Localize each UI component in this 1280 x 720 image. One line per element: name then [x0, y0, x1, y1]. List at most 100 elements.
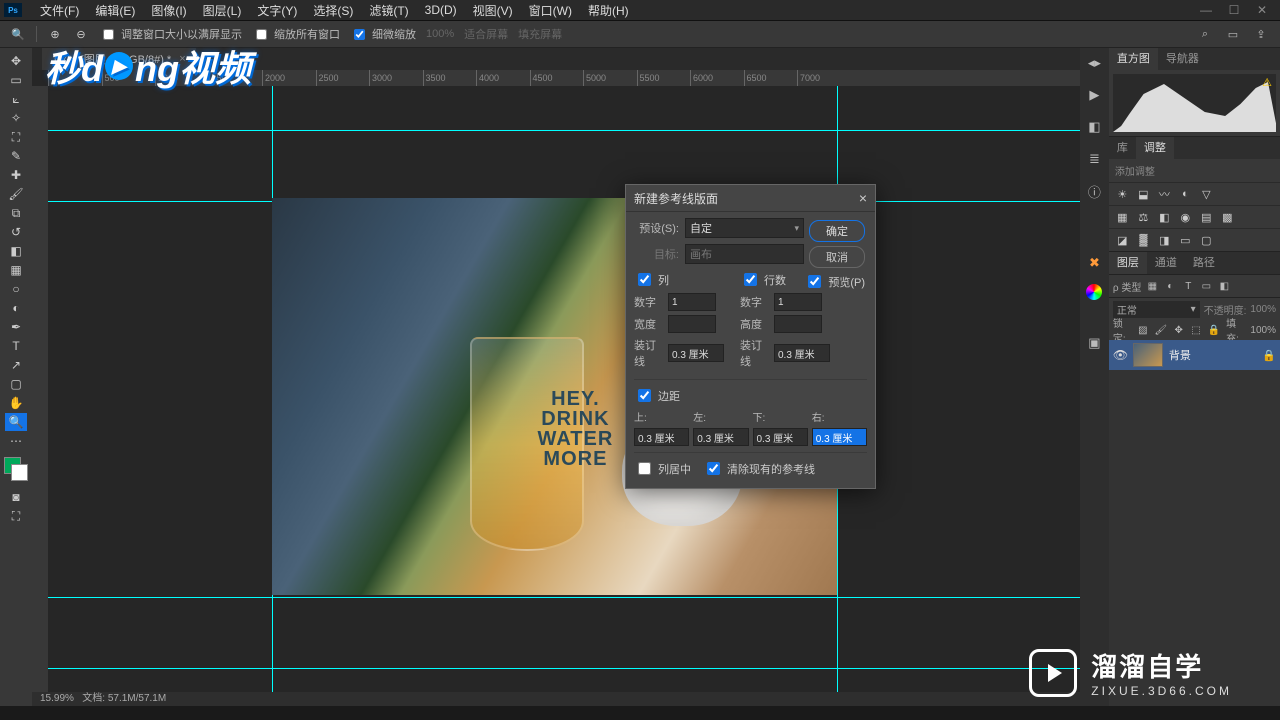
lock-paint-icon[interactable]: 🖌 [1154, 323, 1167, 337]
row-gutter-input[interactable] [774, 344, 830, 362]
filter-adj-icon[interactable]: ◐ [1163, 279, 1177, 293]
guide-bottom[interactable] [48, 668, 1080, 669]
mixer-icon[interactable]: ▤ [1199, 210, 1214, 225]
menu-view[interactable]: 视图(V) [465, 2, 521, 19]
filter-type-icon[interactable]: T [1181, 279, 1195, 293]
brush-tool[interactable]: 🖌 [5, 185, 27, 203]
info-icon[interactable]: ⓘ [1083, 180, 1105, 202]
dodge-tool[interactable]: ◐ [5, 299, 27, 317]
tab-navigator[interactable]: 导航器 [1158, 48, 1207, 70]
clear-guides-checkbox[interactable]: 清除现有的参考线 [703, 459, 815, 478]
gradient-tool[interactable]: ▦ [5, 261, 27, 279]
menu-filter[interactable]: 滤镜(T) [361, 2, 416, 19]
selective-icon[interactable]: ▢ [1199, 233, 1214, 248]
menu-image[interactable]: 图像(I) [143, 2, 194, 19]
menu-3d[interactable]: 3D(D) [417, 3, 465, 17]
tab-adjustments[interactable]: 调整 [1136, 137, 1174, 159]
row-count-input[interactable] [774, 293, 822, 311]
shape-tool[interactable]: ▢ [5, 375, 27, 393]
lock-trans-icon[interactable]: ▨ [1137, 323, 1148, 337]
move-tool[interactable]: ✥ [5, 52, 27, 70]
margin-bottom-input[interactable] [753, 428, 808, 446]
tab-layers[interactable]: 图层 [1109, 252, 1147, 274]
minimize-button[interactable]: — [1192, 3, 1220, 17]
type-tool[interactable]: T [5, 337, 27, 355]
threshold-icon[interactable]: ◨ [1157, 233, 1172, 248]
layer-thumbnail[interactable] [1133, 343, 1163, 367]
fit-screen-button[interactable]: 适合屏幕 [464, 26, 508, 42]
blur-tool[interactable]: ○ [5, 280, 27, 298]
lock-all-icon[interactable]: 🔒 [1208, 323, 1220, 337]
bw-icon[interactable]: ◧ [1157, 210, 1172, 225]
adjust-icon[interactable]: ◧ [1083, 116, 1105, 138]
wand-tool[interactable]: ✧ [5, 109, 27, 127]
margin-checkbox[interactable] [638, 389, 651, 402]
tab-histogram[interactable]: 直方图 [1109, 48, 1158, 70]
tab-paths[interactable]: 路径 [1185, 252, 1223, 274]
frame-icon[interactable]: ▣ [1083, 332, 1105, 354]
lock-nest-icon[interactable]: ⬚ [1190, 323, 1201, 337]
menu-select[interactable]: 选择(S) [305, 2, 361, 19]
hand-tool[interactable]: ✋ [5, 394, 27, 412]
margin-right-input[interactable] [812, 428, 867, 446]
zoom-tool[interactable]: 🔍 [5, 413, 27, 431]
lock-pos-icon[interactable]: ✥ [1173, 323, 1184, 337]
menu-type[interactable]: 文字(Y) [249, 2, 305, 19]
styles-icon[interactable]: ≣ [1083, 148, 1105, 170]
gradient-map-icon[interactable]: ▭ [1178, 233, 1193, 248]
photo-filter-icon[interactable]: ◉ [1178, 210, 1193, 225]
actions-icon[interactable]: ▶ [1083, 84, 1105, 106]
layer-row[interactable]: 👁 背景 🔒 [1109, 340, 1280, 370]
invert-icon[interactable]: ◪ [1115, 233, 1130, 248]
history-tool[interactable]: ↺ [5, 223, 27, 241]
zoom-value[interactable]: 100% [426, 28, 454, 40]
filter-shape-icon[interactable]: ▭ [1199, 279, 1213, 293]
menu-help[interactable]: 帮助(H) [580, 2, 637, 19]
levels-icon[interactable]: ⬓ [1136, 187, 1151, 202]
share-icon[interactable]: ⇪ [1252, 25, 1270, 43]
col-gutter-input[interactable] [668, 344, 724, 362]
scrubby-zoom-checkbox[interactable]: 细微缩放 [350, 26, 416, 43]
margin-left-input[interactable] [693, 428, 748, 446]
guide-top[interactable] [48, 130, 1080, 131]
preview-checkbox[interactable]: 预览(P) [804, 272, 865, 291]
fill-screen-button[interactable]: 填充屏幕 [518, 26, 562, 42]
heal-tool[interactable]: ✚ [5, 166, 27, 184]
menu-edit[interactable]: 编辑(E) [87, 2, 143, 19]
panel-collapse-icon[interactable]: ◂▸ [1083, 52, 1105, 74]
screen-mode[interactable]: ⛶ [5, 507, 27, 525]
balance-icon[interactable]: ⚖ [1136, 210, 1151, 225]
tab-channels[interactable]: 通道 [1147, 252, 1185, 274]
canvas[interactable]: HEY. DRINK WATER MORE [48, 86, 1080, 692]
ok-button[interactable]: 确定 [809, 220, 865, 242]
close-button[interactable]: ✕ [1248, 3, 1276, 17]
rows-checkbox[interactable] [744, 273, 757, 286]
menu-window[interactable]: 窗口(W) [521, 2, 580, 19]
workspace-icon[interactable]: ▭ [1224, 25, 1242, 43]
marquee-tool[interactable]: ▭ [5, 71, 27, 89]
visibility-icon[interactable]: 👁 [1113, 348, 1127, 362]
mask-mode[interactable]: ◙ [5, 488, 27, 506]
curves-icon[interactable]: 〰 [1157, 187, 1172, 202]
menu-layer[interactable]: 图层(L) [195, 2, 250, 19]
dialog-title-bar[interactable]: 新建参考线版面 × [626, 185, 875, 212]
maximize-button[interactable]: ☐ [1220, 3, 1248, 17]
filter-smart-icon[interactable]: ◧ [1217, 279, 1231, 293]
pen-tool[interactable]: ✒ [5, 318, 27, 336]
margin-top-input[interactable] [634, 428, 689, 446]
poster-icon[interactable]: ▓ [1136, 233, 1151, 248]
filter-pixel-icon[interactable]: ▦ [1145, 279, 1159, 293]
stamp-tool[interactable]: ⧉ [5, 204, 27, 222]
menu-file[interactable]: 文件(F) [32, 2, 87, 19]
brightness-icon[interactable]: ☀ [1115, 187, 1130, 202]
path-tool[interactable]: ↗ [5, 356, 27, 374]
color-wheel-icon[interactable] [1086, 284, 1102, 300]
more-tools[interactable]: ⋯ [5, 432, 27, 450]
exposure-icon[interactable]: ◐ [1178, 187, 1193, 202]
search-icon[interactable]: ⌕ [1196, 25, 1214, 43]
col-count-input[interactable] [668, 293, 716, 311]
layer-name[interactable]: 背景 [1169, 347, 1256, 363]
zoom-all-checkbox[interactable]: 缩放所有窗口 [252, 26, 340, 43]
dialog-close-icon[interactable]: × [859, 190, 867, 206]
lasso-tool[interactable]: ⟀ [5, 90, 27, 108]
